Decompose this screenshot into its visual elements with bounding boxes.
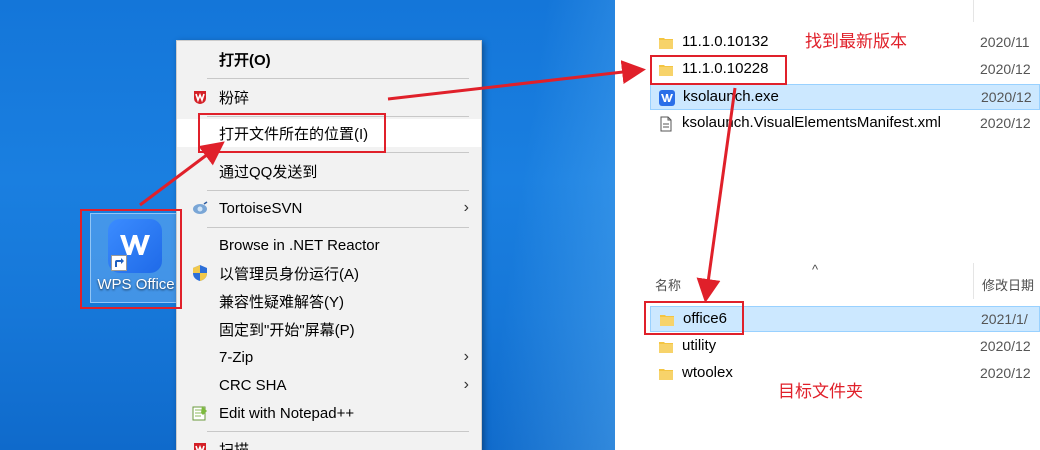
notepadpp-icon: [191, 404, 209, 422]
annotation-box-latest-version: [650, 55, 787, 85]
file-row[interactable]: utility 2020/12: [650, 334, 1040, 360]
menu-item-tortoisesvn[interactable]: TortoiseSVN ›: [177, 194, 481, 222]
submenu-chevron-icon: ›: [463, 376, 469, 393]
menu-item-compat-troubleshoot[interactable]: 兼容性疑难解答(Y): [177, 287, 481, 315]
annotation-box-open-location: [198, 113, 386, 153]
menu-separator: [207, 190, 469, 191]
column-divider: [973, 0, 974, 22]
menu-separator: [207, 78, 469, 79]
folder-icon: [659, 342, 673, 353]
uac-shield-icon: [191, 264, 209, 282]
folder-icon: [659, 38, 673, 49]
file-row-selected[interactable]: ksolaunch.exe 2020/12: [650, 84, 1040, 110]
tortoisesvn-icon: [191, 199, 209, 217]
menu-separator: [207, 431, 469, 432]
column-header-date[interactable]: 修改日期: [982, 275, 1034, 294]
wps-exe-icon: [659, 90, 675, 106]
menu-item-browse-net-reactor[interactable]: Browse in .NET Reactor: [177, 231, 481, 259]
menu-item-send-via-qq[interactable]: 通过QQ发送到: [177, 157, 481, 185]
folder-icon: [659, 369, 673, 380]
menu-item-run-as-admin[interactable]: 以管理员身份运行(A): [177, 259, 481, 287]
annotation-box-target-folder: [644, 301, 744, 335]
annotation-box-desktop-icon: [80, 209, 182, 309]
menu-item-open[interactable]: 打开(O): [177, 45, 481, 73]
menu-item-edit-notepadpp[interactable]: Edit with Notepad++: [177, 399, 481, 427]
file-row[interactable]: ksolaunch.VisualElementsManifest.xml 202…: [650, 111, 1040, 137]
file-icon: [660, 116, 672, 132]
scan-icon: [191, 440, 209, 450]
menu-item-scan[interactable]: 扫描: [177, 435, 481, 450]
submenu-chevron-icon: ›: [463, 199, 469, 216]
annotation-text-find-latest: 找到最新版本: [805, 32, 907, 52]
column-header-name[interactable]: 名称: [655, 275, 681, 294]
menu-item-crc-sha[interactable]: CRC SHA ›: [177, 371, 481, 399]
context-menu: 打开(O) 粉碎 打开文件所在的位置(I) 通过QQ发送到 TortoiseSV…: [176, 40, 482, 450]
sort-ascending-icon[interactable]: ^: [812, 262, 818, 277]
shred-icon: [191, 88, 209, 106]
menu-item-shred[interactable]: 粉碎: [177, 83, 481, 111]
annotation-text-target-folder: 目标文件夹: [778, 382, 863, 402]
column-divider: [973, 263, 974, 299]
menu-separator: [207, 227, 469, 228]
menu-item-pin-to-start[interactable]: 固定到"开始"屏幕(P): [177, 315, 481, 343]
menu-item-7zip[interactable]: 7-Zip ›: [177, 343, 481, 371]
submenu-chevron-icon: ›: [463, 348, 469, 365]
